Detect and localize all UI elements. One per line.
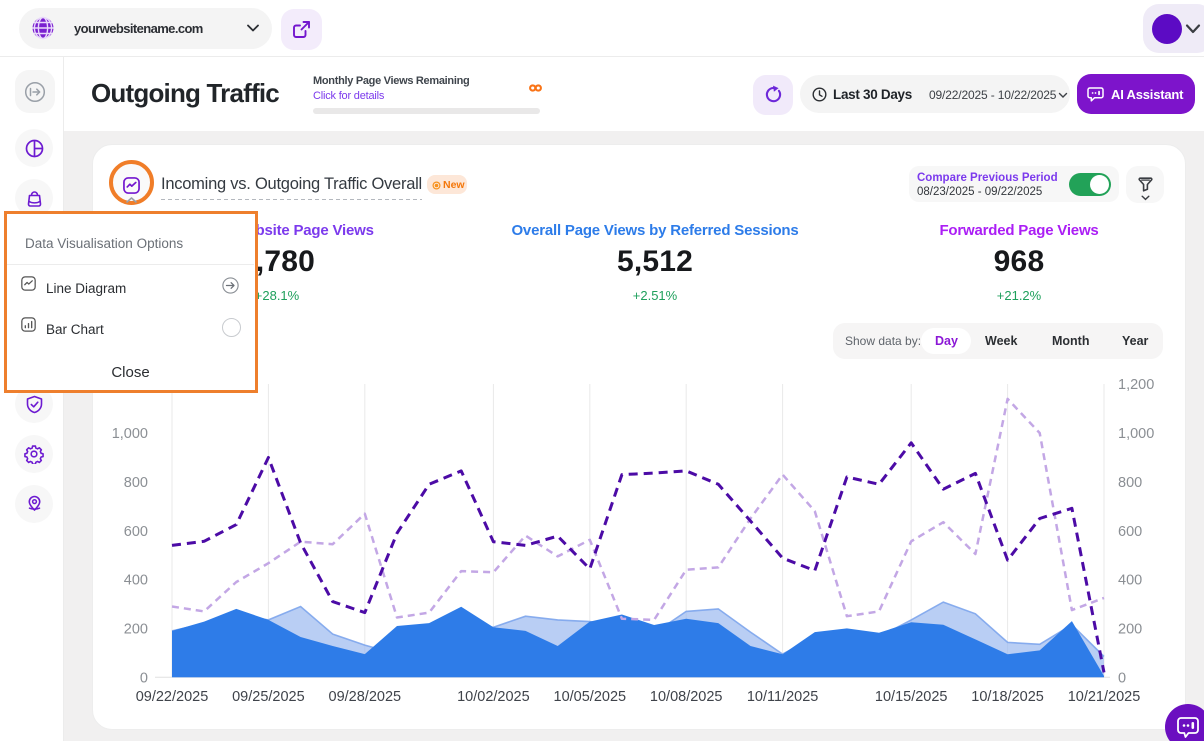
svg-text:800: 800 bbox=[1118, 475, 1142, 491]
svg-text:800: 800 bbox=[124, 475, 148, 491]
svg-text:1,000: 1,000 bbox=[1118, 426, 1154, 442]
svg-text:10/18/2025: 10/18/2025 bbox=[971, 689, 1044, 705]
svg-text:10/15/2025: 10/15/2025 bbox=[875, 689, 948, 705]
svg-text:10/02/2025: 10/02/2025 bbox=[457, 689, 530, 705]
svg-text:10/21/2025: 10/21/2025 bbox=[1068, 689, 1141, 705]
svg-text:200: 200 bbox=[124, 621, 148, 637]
svg-text:09/25/2025: 09/25/2025 bbox=[232, 689, 305, 705]
svg-text:600: 600 bbox=[1118, 524, 1142, 540]
svg-text:600: 600 bbox=[124, 524, 148, 540]
svg-text:200: 200 bbox=[1118, 621, 1142, 637]
svg-text:10/08/2025: 10/08/2025 bbox=[650, 689, 723, 705]
svg-text:10/05/2025: 10/05/2025 bbox=[554, 689, 627, 705]
svg-text:400: 400 bbox=[124, 573, 148, 589]
svg-text:10/11/2025: 10/11/2025 bbox=[747, 689, 819, 705]
svg-text:0: 0 bbox=[140, 670, 148, 686]
svg-text:1,200: 1,200 bbox=[1118, 377, 1154, 393]
svg-text:1,000: 1,000 bbox=[112, 426, 148, 442]
svg-text:09/28/2025: 09/28/2025 bbox=[329, 689, 402, 705]
svg-text:09/22/2025: 09/22/2025 bbox=[136, 689, 209, 705]
svg-text:0: 0 bbox=[1118, 670, 1126, 686]
svg-text:400: 400 bbox=[1118, 573, 1142, 589]
